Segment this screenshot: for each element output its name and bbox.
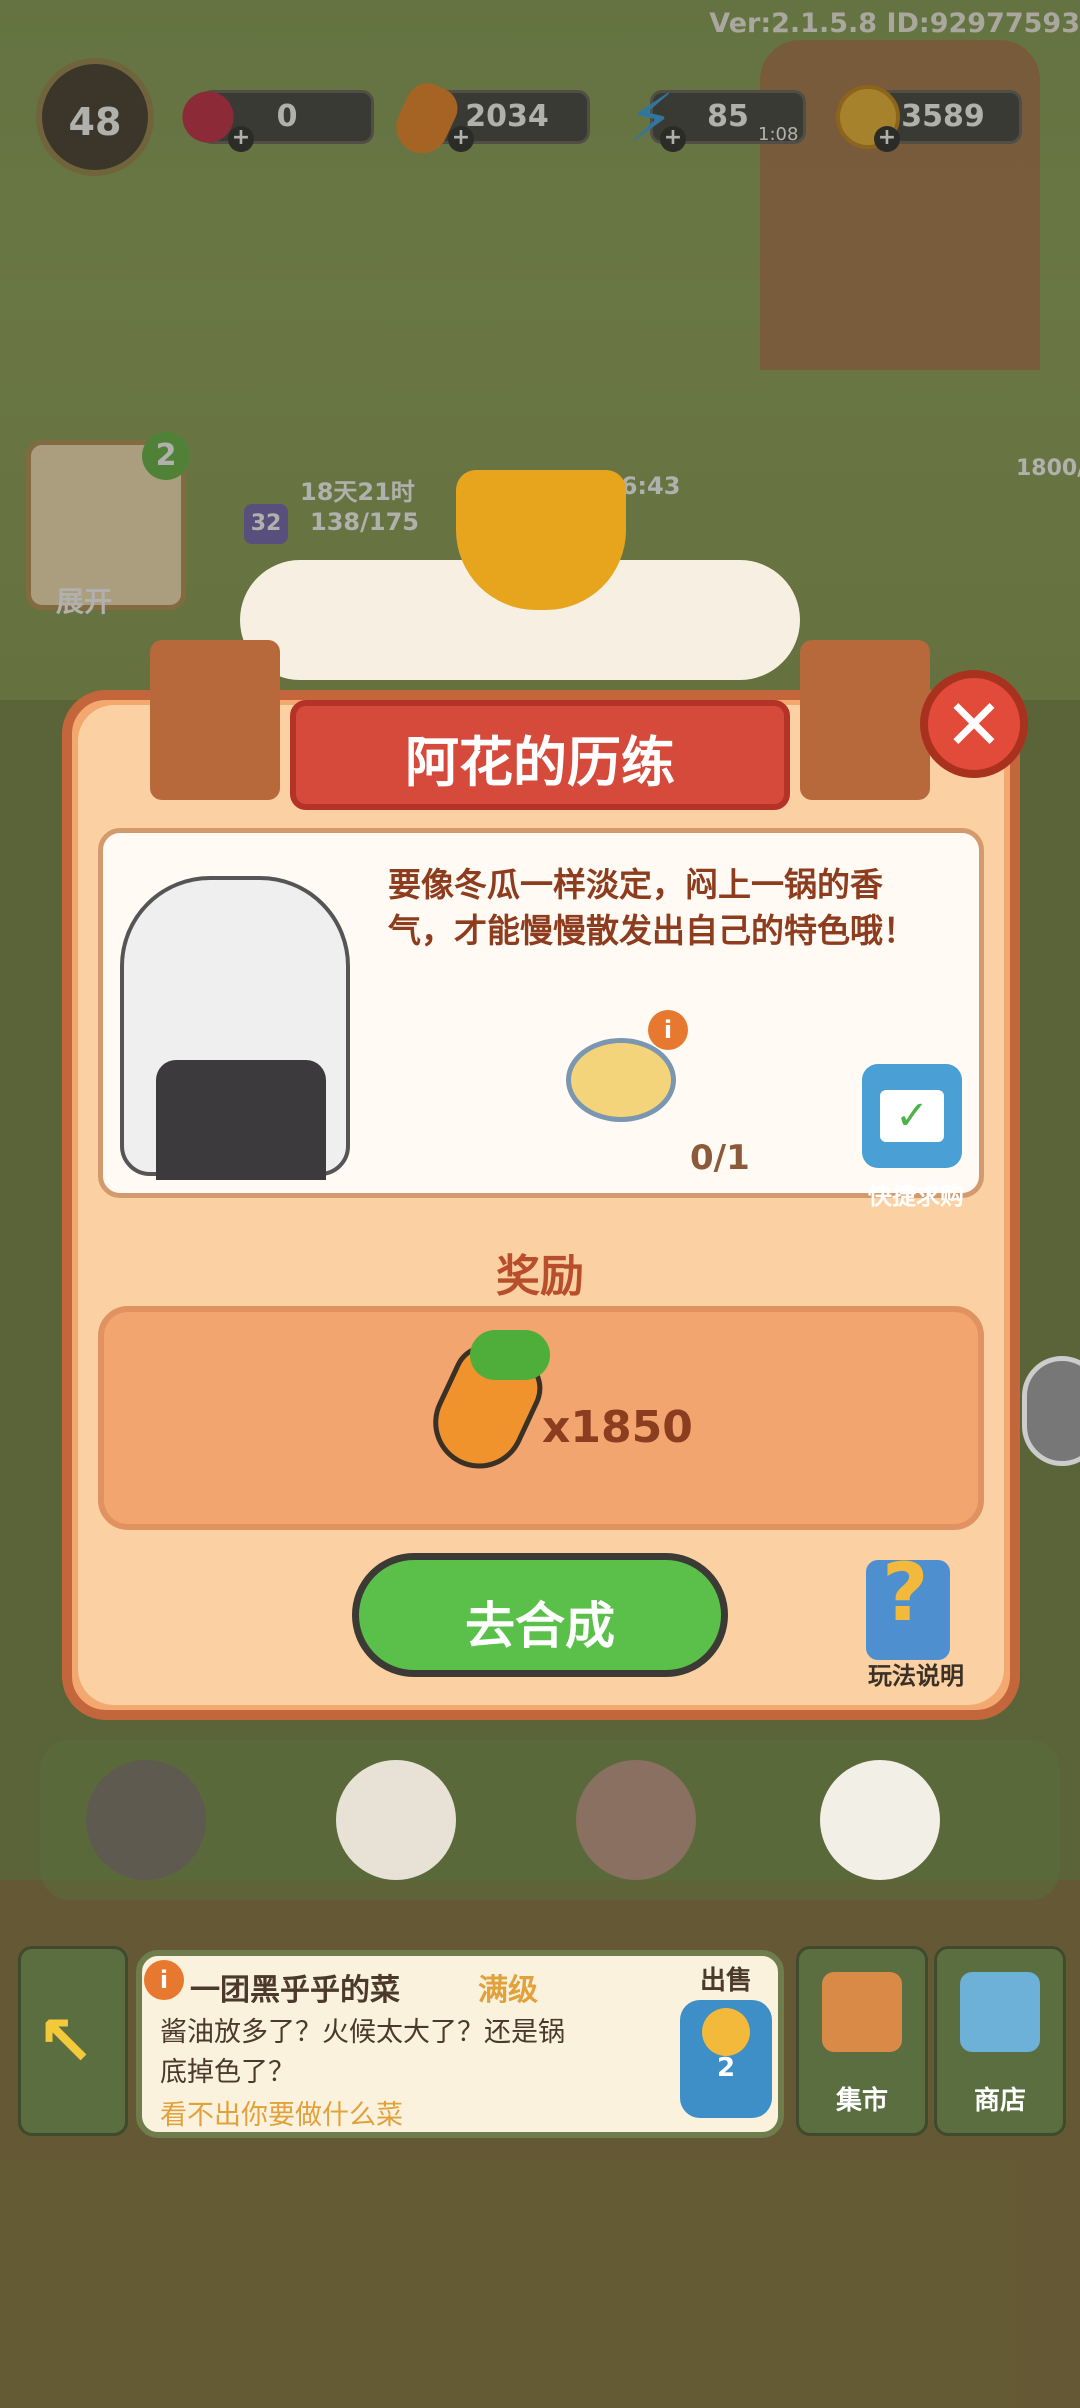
info-icon[interactable]: i [648, 1010, 688, 1050]
shop-icon [960, 1972, 1040, 2052]
dish-item-icon[interactable] [566, 1038, 676, 1122]
item-name: 一团黑乎乎的菜 [190, 1973, 400, 2008]
quick-buy-label: 快捷求购 [868, 1182, 964, 1210]
market-label: 集市 [835, 2086, 888, 2116]
worker-rabbit-icon[interactable] [820, 1760, 940, 1880]
item-hint: 看不出你要做什么菜 [160, 2100, 403, 2131]
market-icon [822, 1972, 902, 2052]
go-synthesize-button[interactable]: 去合成 [352, 1553, 728, 1677]
chair-left-icon [150, 640, 280, 800]
chair-right-icon [800, 640, 930, 800]
worker-bull-icon[interactable] [86, 1760, 206, 1880]
item-info-icon[interactable]: i [144, 1960, 184, 2000]
sell-price: 2 [716, 2053, 736, 2083]
checkmark-icon: ✓ [880, 1090, 944, 1142]
close-button[interactable]: ✕ [920, 670, 1028, 778]
side-close-icon[interactable] [1022, 1356, 1080, 1466]
story-text: 要像冬瓜一样淡定，闷上一锅的香气，才能慢慢散发出自己的特色哦！ [388, 865, 916, 950]
help-label: 玩法说明 [868, 1662, 964, 1690]
close-icon: ✕ [944, 684, 1004, 766]
worker-cat-icon[interactable] [336, 1760, 456, 1880]
back-arrow-icon: ↖ [36, 2000, 95, 2082]
carrot-leaves-icon [470, 1330, 550, 1380]
item-level: 满级 [478, 1973, 538, 2008]
shop-label: 商店 [973, 2086, 1026, 2116]
worker-lynx-icon[interactable] [576, 1760, 696, 1880]
go-synthesize-label: 去合成 [465, 1597, 615, 1655]
item-description: 酱油放多了？火候太大了？还是锅底掉色了？ [160, 2017, 565, 2088]
modal-title: 阿花的历练 [405, 731, 675, 794]
sell-label: 出售 [700, 1966, 753, 1996]
reward-title: 奖励 [496, 1251, 584, 1302]
reward-amount: x1850 [542, 1402, 693, 1453]
sell-coin-icon [702, 2008, 750, 2056]
question-mark-icon: ? [882, 1546, 929, 1639]
quest-progress: 0/1 [690, 1138, 750, 1178]
character-uniform [156, 1060, 326, 1180]
